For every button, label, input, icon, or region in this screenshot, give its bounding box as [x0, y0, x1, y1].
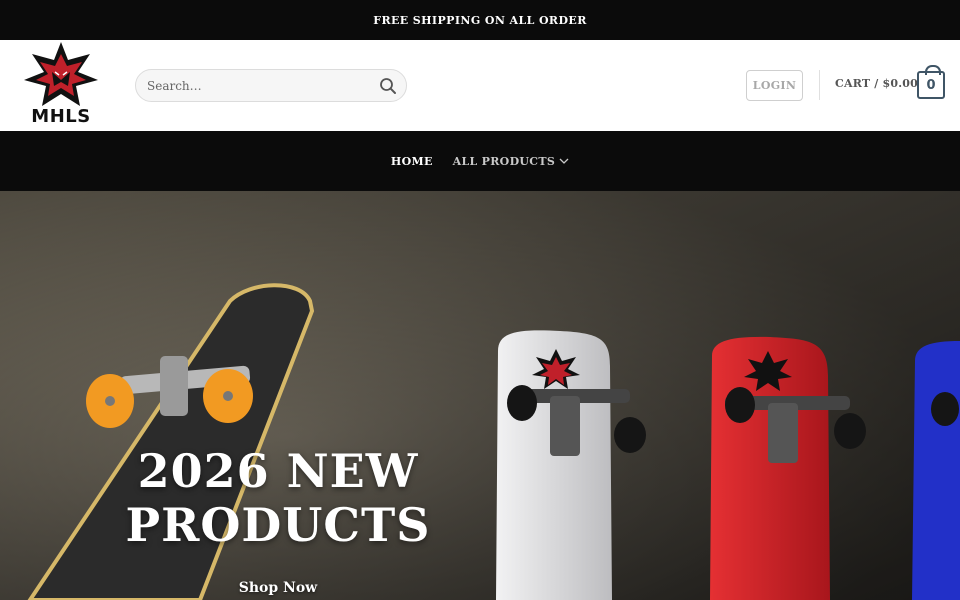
announcement-text: FREE SHIPPING ON ALL ORDER [373, 13, 587, 27]
star-logo-icon [24, 42, 98, 106]
announcement-bar: FREE SHIPPING ON ALL ORDER [0, 0, 960, 40]
shop-now-button[interactable]: Shop Now [228, 580, 328, 600]
nav-item-label: HOME [390, 154, 433, 168]
search-input[interactable] [136, 78, 370, 93]
site-header: MHLS LOGIN CART / $0.00 0 [0, 40, 960, 131]
nav-item-home[interactable]: HOME [391, 155, 433, 168]
cart-link[interactable]: CART / $0.00 [835, 77, 918, 93]
cart-count: 0 [926, 77, 936, 93]
hero-title-line-2: PRODUCTS [125, 498, 431, 552]
header-divider [819, 70, 820, 100]
hero-banner: 2026 NEW PRODUCTS Shop Now [0, 191, 960, 600]
search-bar [135, 69, 407, 102]
hero-title-line-1: 2026 NEW [137, 444, 419, 498]
cart-count-badge[interactable]: 0 [917, 65, 945, 99]
blue-skateboard [912, 341, 960, 600]
login-button[interactable]: LOGIN [746, 70, 803, 101]
nav-item-label: ALL PRODUCTS [452, 154, 556, 168]
site-logo[interactable]: MHLS [22, 42, 100, 130]
search-icon[interactable] [370, 70, 406, 101]
hero-title: 2026 NEW PRODUCTS [120, 444, 436, 552]
chevron-down-icon [559, 157, 569, 165]
main-nav: HOME ALL PRODUCTS [0, 131, 960, 191]
logo-text: MHLS [31, 106, 91, 127]
nav-item-all-products[interactable]: ALL PRODUCTS [453, 155, 569, 168]
